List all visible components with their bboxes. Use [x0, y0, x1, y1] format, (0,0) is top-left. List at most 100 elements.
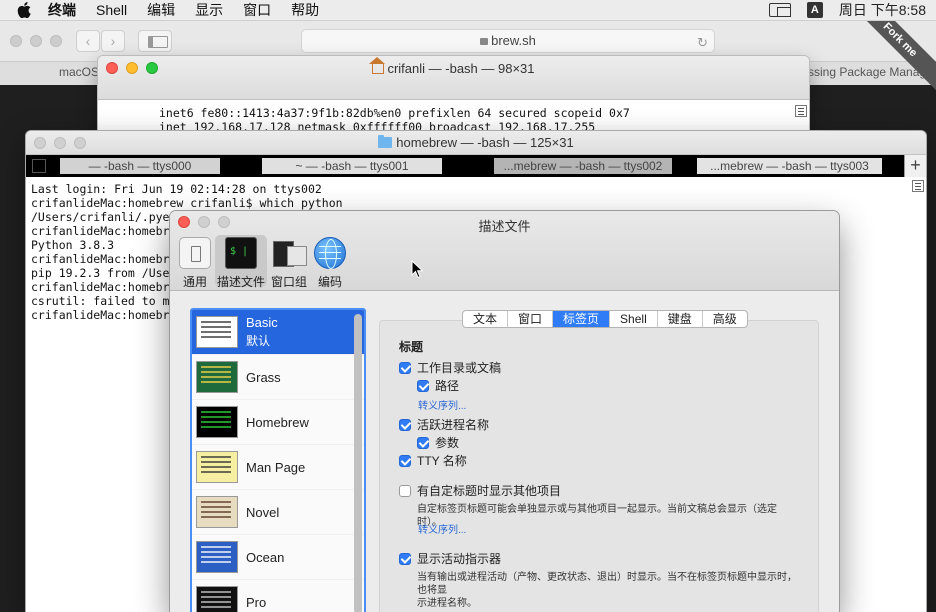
address-bar[interactable]: brew.sh ↻	[301, 29, 715, 53]
preferences-toolbar: 描述文件 通用 描述文件 窗口组 编码	[170, 211, 839, 291]
profile-thumbnail	[196, 361, 238, 393]
new-tab-button[interactable]: +	[904, 155, 926, 177]
menu-window[interactable]: 窗口	[243, 0, 271, 20]
profile-item-homebrew[interactable]: Homebrew	[192, 400, 364, 445]
profile-item-pro[interactable]: Pro	[192, 580, 364, 612]
toolbar-general[interactable]: 通用	[170, 237, 220, 290]
profile-list-scrollbar[interactable]	[354, 314, 362, 612]
safari-zoom-button[interactable]	[50, 35, 62, 47]
menu-help[interactable]: 帮助	[291, 0, 319, 20]
safari-minimize-button[interactable]	[30, 35, 42, 47]
tab-shell[interactable]: Shell	[610, 311, 658, 327]
tab-keyboard[interactable]: 键盘	[658, 311, 703, 327]
checkbox[interactable]	[399, 484, 411, 497]
terminal2-titlebar: homebrew — -bash — 125×31	[26, 131, 926, 155]
general-icon	[179, 237, 211, 269]
option-path[interactable]: 路径	[417, 377, 459, 394]
menu-edit[interactable]: 编辑	[147, 0, 175, 20]
input-source-icon[interactable]: A	[806, 2, 823, 18]
profile-thumbnail	[196, 541, 238, 573]
terminal1-marks-icon[interactable]	[795, 105, 807, 117]
checkbox[interactable]	[399, 454, 411, 467]
terminal-tab-ttys003[interactable]: ...mebrew — -bash — ttys003	[692, 155, 904, 177]
safari-tab-macos[interactable]: macOS	[59, 65, 99, 79]
menu-clock[interactable]: 周日 下午8:58	[839, 0, 926, 20]
option-workdir[interactable]: 工作目录或文稿	[399, 359, 501, 376]
checkbox[interactable]	[399, 361, 411, 374]
reload-icon[interactable]: ↻	[697, 32, 708, 54]
terminal-line: crifanlideMac:homebrew crifanli$ which p…	[31, 196, 343, 210]
encoding-icon	[314, 237, 346, 269]
profile-item-ocean[interactable]: Ocean	[192, 535, 364, 580]
escape-sequence-link-2[interactable]: 转义序列...	[418, 521, 466, 536]
checkbox[interactable]	[399, 552, 411, 565]
menu-terminal[interactable]: 终端	[48, 0, 76, 20]
menu-view[interactable]: 显示	[195, 0, 223, 20]
toolbar-label: 通用	[182, 275, 207, 289]
profile-thumbnail	[196, 496, 238, 528]
tab-label: ...mebrew — -bash — ttys002	[494, 158, 672, 174]
profile-name: Pro	[246, 594, 267, 610]
profile-thumbnail	[196, 586, 238, 612]
option-active-process[interactable]: 活跃进程名称	[399, 416, 489, 433]
terminal-tab-ttys002[interactable]: ...mebrew — -bash — ttys002	[476, 155, 692, 177]
tab-close-icon[interactable]	[32, 159, 46, 173]
option-label: 参数	[435, 436, 460, 450]
profile-thumbnail	[196, 406, 238, 438]
apple-menu-icon[interactable]	[17, 2, 31, 18]
profile-list[interactable]: Basic 默认 Grass Homebrew Man Page Novel O…	[190, 308, 366, 612]
profile-item-basic[interactable]: Basic 默认	[192, 310, 364, 355]
plus-icon: +	[910, 155, 921, 175]
activity-note: 当有输出或进程活动（产物、更改状态、退出）时显示。当不在标签页标题中显示时，也将…	[417, 571, 797, 610]
option-label: 显示活动指示器	[417, 552, 502, 566]
forward-button[interactable]: ›	[101, 30, 125, 52]
tab-window[interactable]: 窗口	[508, 311, 554, 327]
preferences-window: 描述文件 通用 描述文件 窗口组 编码 Basic 默认	[170, 211, 839, 612]
option-tty[interactable]: TTY 名称	[399, 452, 467, 469]
address-url: brew.sh	[491, 33, 536, 48]
tab-label: ~ — -bash — ttys001	[262, 158, 442, 174]
profile-name: Ocean	[246, 549, 285, 565]
menu-bar: 终端 Shell 编辑 显示 窗口 帮助 A 周日 下午8:58	[0, 0, 936, 21]
option-custom-title[interactable]: 有自定标题时显示其他项目	[399, 482, 561, 499]
terminal-tab-ttys000[interactable]: — -bash — ttys000	[26, 155, 252, 177]
checkbox[interactable]	[399, 418, 411, 431]
toolbar-label: 窗口组	[270, 275, 307, 289]
terminal1-output[interactable]: inet6 fe80::1413:4a37:9f1b:82db%en0 pref…	[98, 100, 809, 134]
profiles-icon	[225, 237, 257, 269]
menu-shell[interactable]: Shell	[96, 2, 127, 18]
option-label: 活跃进程名称	[417, 418, 490, 432]
tab-text[interactable]: 文本	[463, 311, 509, 327]
escape-sequence-link-1[interactable]: 转义序列...	[418, 397, 466, 412]
sidebar-toggle-button[interactable]	[138, 30, 172, 52]
option-label: 有自定标题时显示其他项目	[417, 484, 562, 498]
toolbar-profiles[interactable]: 描述文件	[215, 235, 267, 289]
tab-tabs[interactable]: 标签页	[553, 311, 611, 327]
tab-label: ...mebrew — -bash — ttys003	[697, 158, 882, 174]
terminal-line: Last login: Fri Jun 19 02:14:28 on ttys0…	[31, 182, 322, 196]
profile-item-man-page[interactable]: Man Page	[192, 445, 364, 490]
tab-advanced[interactable]: 高级	[703, 311, 747, 327]
back-button[interactable]: ‹	[76, 30, 100, 52]
display-mirroring-icon[interactable]	[768, 3, 791, 17]
profile-item-novel[interactable]: Novel	[192, 490, 364, 535]
terminal1-title-text: crifanli — -bash — 98×31	[387, 61, 535, 76]
option-label: TTY 名称	[417, 454, 467, 468]
toolbar-encoding[interactable]: 编码	[305, 237, 355, 290]
tab-label: — -bash — ttys000	[60, 158, 220, 174]
terminal2-marks-icon[interactable]	[912, 180, 924, 192]
checkbox[interactable]	[417, 379, 429, 392]
profile-thumbnail	[196, 451, 238, 483]
settings-tabs: 文本 窗口 标签页 Shell 键盘 高级	[462, 310, 748, 328]
checkbox[interactable]	[417, 436, 429, 449]
profile-name: Man Page	[246, 459, 306, 475]
profile-name: Grass	[246, 369, 281, 385]
toolbar-label: 编码	[317, 275, 342, 289]
prefs-title: 描述文件	[478, 219, 531, 234]
profile-item-grass[interactable]: Grass	[192, 355, 364, 400]
option-activity-indicator[interactable]: 显示活动指示器	[399, 550, 501, 567]
safari-close-button[interactable]	[10, 35, 22, 47]
window-groups-icon	[273, 237, 307, 269]
terminal-tab-ttys001[interactable]: ~ — -bash — ttys001	[252, 155, 476, 177]
option-args[interactable]: 参数	[417, 434, 459, 451]
